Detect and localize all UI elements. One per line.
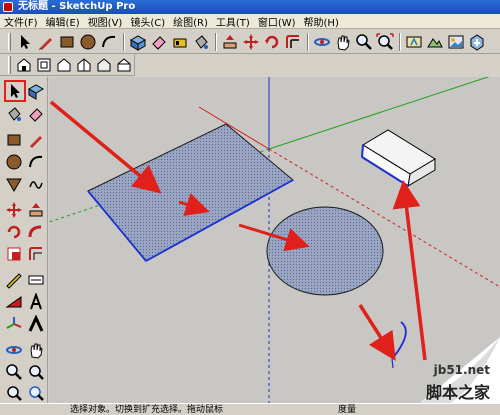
arc-icon[interactable] xyxy=(99,32,119,52)
make-component-icon[interactable] xyxy=(128,32,148,52)
tape-measure-icon[interactable] xyxy=(170,32,190,52)
toolbar-grip[interactable] xyxy=(8,55,11,74)
watermark-url: jb51.net xyxy=(433,363,490,377)
pencil-icon[interactable] xyxy=(36,32,56,52)
circle-icon[interactable] xyxy=(4,152,24,172)
menu-camera[interactable]: 镜头(C) xyxy=(130,14,165,29)
pan-icon[interactable] xyxy=(333,32,353,52)
axes-icon[interactable] xyxy=(4,314,24,334)
menu-tools[interactable]: 工具(T) xyxy=(216,14,250,29)
eraser-icon[interactable] xyxy=(149,32,169,52)
make-component-icon[interactable] xyxy=(26,81,46,101)
push-pull-icon[interactable] xyxy=(220,32,240,52)
toolbar-separator xyxy=(215,32,217,51)
left-view-icon[interactable] xyxy=(114,55,133,75)
arc-icon[interactable] xyxy=(26,152,46,172)
tool-palette xyxy=(0,77,48,403)
tape-measure-icon[interactable] xyxy=(4,270,24,290)
zoom-icon[interactable] xyxy=(4,362,24,382)
measurements-label: 度量 xyxy=(338,405,357,415)
watermark: jb51.net 脚本之家 xyxy=(380,363,496,403)
right-view-icon[interactable] xyxy=(74,55,93,75)
arc-edge[interactable] xyxy=(391,321,407,360)
menu-bar: 文件(F) 编辑(E) 视图(V) 镜头(C) 绘图(R) 工具(T) 窗口(W… xyxy=(0,14,500,29)
move-icon[interactable] xyxy=(241,32,261,52)
previous-view-icon[interactable] xyxy=(26,383,46,403)
rectangle-icon[interactable] xyxy=(57,32,77,52)
toolbar-separator xyxy=(307,32,309,51)
eraser-icon[interactable] xyxy=(26,104,46,124)
rectangle-icon[interactable] xyxy=(4,130,24,150)
add-location-icon[interactable] xyxy=(404,32,424,52)
sketchup-window: 无标题 - SketchUp Pro 文件(F) 编辑(E) 视图(V) 镜头(… xyxy=(0,0,500,415)
modeling-viewport[interactable] xyxy=(49,77,500,403)
paint-bucket-icon[interactable] xyxy=(4,104,24,124)
freehand-icon[interactable] xyxy=(26,174,46,194)
back-view-icon[interactable] xyxy=(94,55,113,75)
views-toolbar xyxy=(0,54,135,76)
pan-icon[interactable] xyxy=(26,340,46,360)
iso-view-icon[interactable] xyxy=(15,55,34,75)
box-group[interactable] xyxy=(361,129,436,187)
orbit-icon[interactable] xyxy=(4,340,24,360)
zoom-window-icon[interactable] xyxy=(26,362,46,382)
photo-textures-icon[interactable] xyxy=(446,32,466,52)
rotate-icon[interactable] xyxy=(4,222,24,242)
toggle-terrain-icon[interactable] xyxy=(425,32,445,52)
zoom-extents-icon[interactable] xyxy=(4,383,24,403)
menu-file[interactable]: 文件(F) xyxy=(4,14,38,29)
share-model-icon[interactable] xyxy=(467,32,487,52)
main-toolbar xyxy=(0,30,500,54)
front-view-icon[interactable] xyxy=(55,55,74,75)
orbit-icon[interactable] xyxy=(312,32,332,52)
line-icon[interactable] xyxy=(26,130,46,150)
text-icon[interactable] xyxy=(26,292,46,312)
status-text: 选择对象。切换到扩充选择。拖动鼠标 xyxy=(70,405,224,415)
toolbar-separator xyxy=(123,32,125,51)
menu-help[interactable]: 帮助(H) xyxy=(304,14,339,29)
top-view-icon[interactable] xyxy=(35,55,54,75)
toolbar-grip[interactable] xyxy=(8,32,11,51)
3d-text-icon[interactable] xyxy=(26,314,46,334)
zoom-icon[interactable] xyxy=(354,32,374,52)
scene-canvas[interactable] xyxy=(49,77,500,403)
status-bar: 选择对象。切换到扩充选择。拖动鼠标 度量 xyxy=(0,403,500,415)
select-icon[interactable] xyxy=(15,32,35,52)
circle-face[interactable] xyxy=(266,206,384,296)
zoom-extents-icon[interactable] xyxy=(375,32,395,52)
follow-me-icon[interactable] xyxy=(26,222,46,242)
app-icon xyxy=(3,2,13,12)
watermark-name: 脚本之家 xyxy=(425,383,490,402)
toolbar-separator xyxy=(399,32,401,51)
push-pull-icon[interactable] xyxy=(26,200,46,220)
move-icon[interactable] xyxy=(4,200,24,220)
protractor-icon[interactable] xyxy=(4,292,24,312)
window-title: 无标题 - SketchUp Pro xyxy=(18,1,136,12)
polygon-icon[interactable] xyxy=(4,174,24,194)
select-icon[interactable] xyxy=(4,80,26,102)
paint-bucket-icon[interactable] xyxy=(191,32,211,52)
menu-edit[interactable]: 编辑(E) xyxy=(46,14,80,29)
dimension-icon[interactable] xyxy=(26,270,46,290)
menu-draw[interactable]: 绘图(R) xyxy=(173,14,208,29)
menu-window[interactable]: 窗口(W) xyxy=(258,14,296,29)
circle-icon[interactable] xyxy=(78,32,98,52)
offset-icon[interactable] xyxy=(26,244,46,264)
rotate-icon[interactable] xyxy=(262,32,282,52)
menu-view[interactable]: 视图(V) xyxy=(88,14,123,29)
offset-icon[interactable] xyxy=(283,32,303,52)
title-bar: 无标题 - SketchUp Pro xyxy=(0,0,500,14)
scale-icon[interactable] xyxy=(4,244,24,264)
